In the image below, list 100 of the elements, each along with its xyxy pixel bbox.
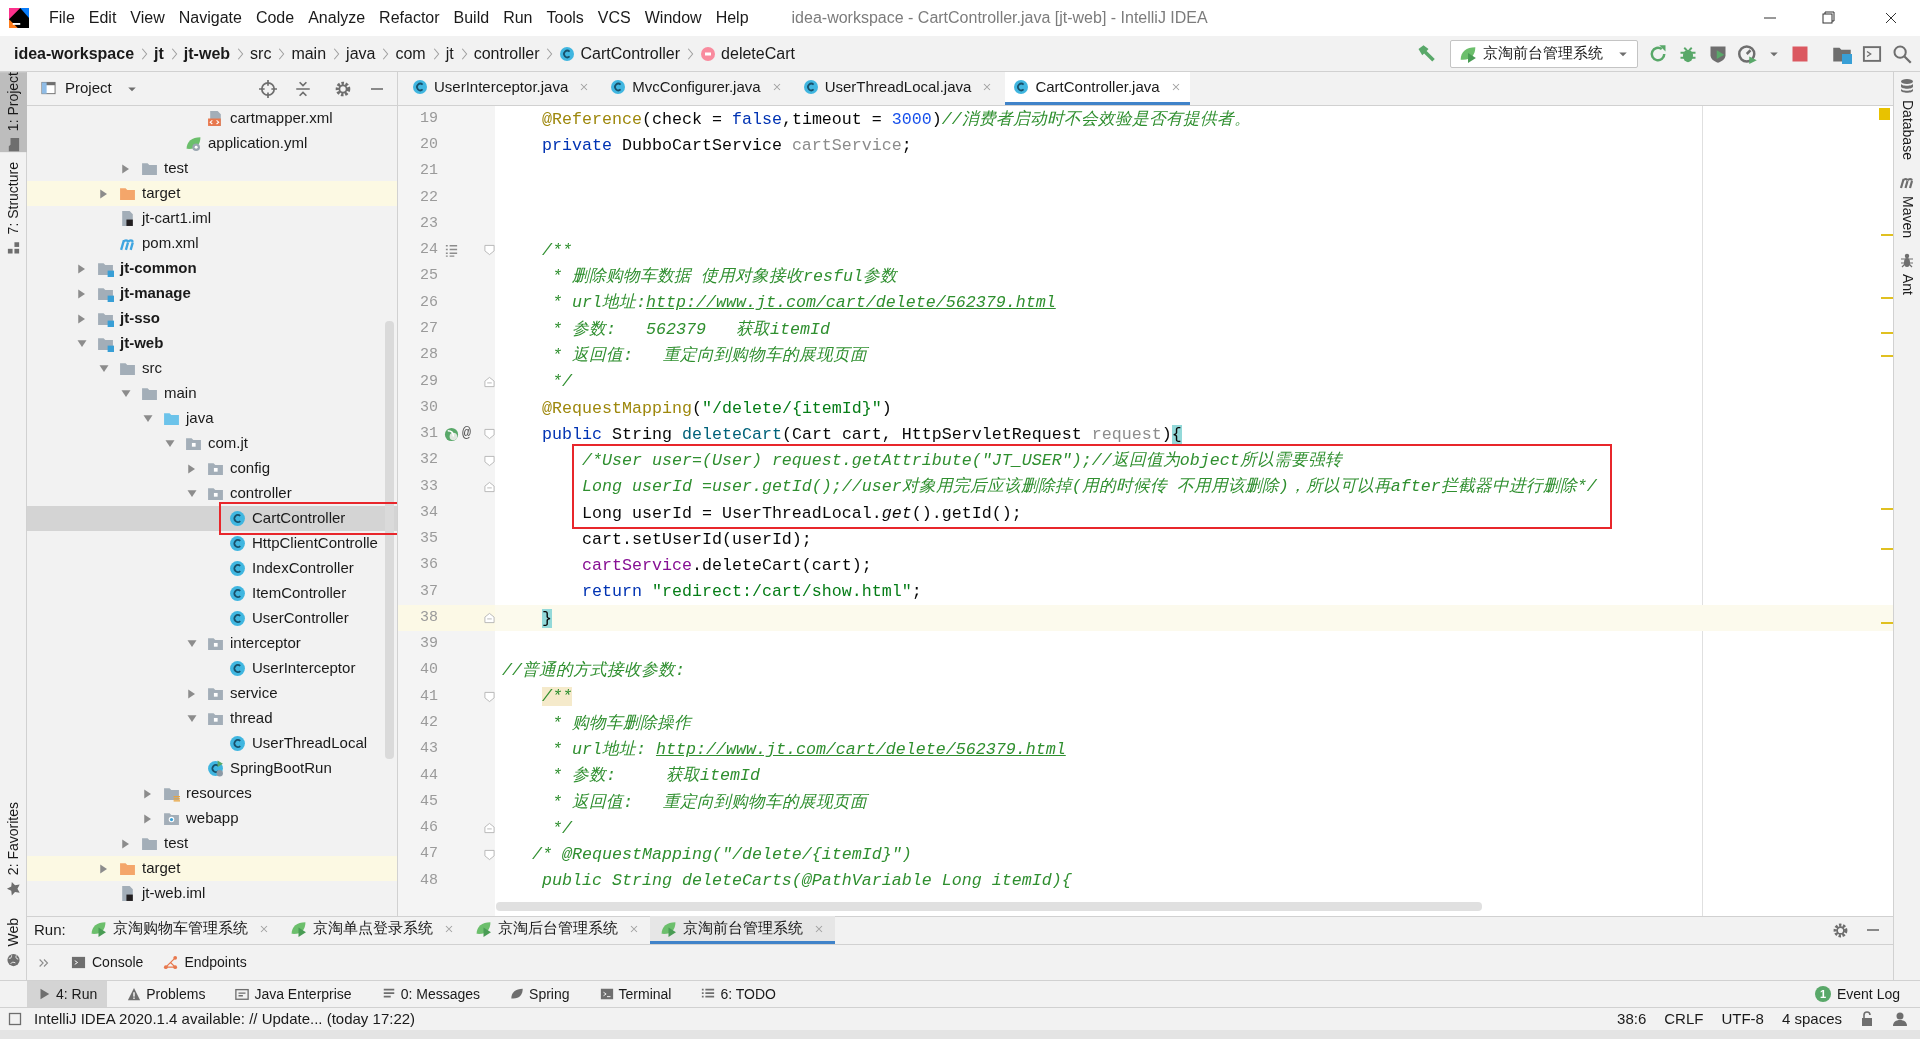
fold-marker-icon[interactable] — [484, 480, 495, 493]
search-icon[interactable] — [1892, 43, 1912, 64]
menu-item[interactable]: Build — [446, 1, 497, 35]
collapse-icon[interactable] — [294, 79, 312, 98]
tree-item[interactable]: jt-common — [27, 256, 397, 281]
menu-item[interactable]: Window — [637, 1, 709, 35]
run-subtab[interactable]: Console — [71, 952, 144, 973]
status-message[interactable]: IntelliJ IDEA 2020.1.4 available: // Update... (today 17:22) — [34, 1007, 416, 1031]
scrollbar[interactable] — [385, 321, 394, 759]
settings-icon[interactable] — [334, 79, 352, 98]
menu-item[interactable]: Run — [496, 1, 540, 35]
tree-item[interactable]: test — [27, 156, 397, 181]
fold-marker-icon[interactable] — [484, 848, 495, 861]
tool-window-button[interactable]: Ant — [1892, 251, 1920, 295]
tree-item[interactable]: pom.xml — [27, 231, 397, 256]
tool-window-button[interactable]: Java Enterprise — [225, 981, 362, 1007]
tree-item[interactable]: jt-sso — [27, 306, 397, 331]
tool-window-button[interactable]: 7: Structure — [0, 162, 27, 256]
tool-window-button[interactable]: Web — [0, 918, 27, 968]
breadcrumb-item[interactable]: main — [291, 41, 327, 66]
menu-item[interactable]: Help — [708, 1, 756, 35]
run-subtab[interactable]: Endpoints — [163, 952, 247, 973]
project-view-dropdown[interactable]: Project — [40, 77, 138, 100]
tool-window-button[interactable]: 0: Messages — [371, 981, 491, 1007]
rerun-icon[interactable] — [1648, 43, 1668, 64]
breadcrumb-item[interactable]: controller — [473, 41, 540, 66]
tree-item[interactable]: webapp — [27, 806, 397, 831]
tree-item[interactable]: UserInterceptor — [27, 656, 397, 681]
editor-tab[interactable]: UserInterceptor.java — [404, 72, 599, 105]
warning-marker[interactable] — [1881, 548, 1893, 550]
event-log-button[interactable]: 1 Event Log — [1814, 983, 1900, 1005]
lock-icon[interactable] — [1860, 1011, 1874, 1027]
code-link[interactable]: http://www.jt.com/cart/delete/562379.html — [655, 740, 1066, 759]
hammer-icon[interactable] — [1416, 43, 1436, 64]
editor-tab[interactable]: MvcConfigurer.java — [602, 72, 791, 105]
menu-item[interactable]: File — [42, 1, 82, 35]
editor-tab[interactable]: UserThreadLocal.java — [794, 72, 1002, 105]
editor-tab[interactable]: CartController.java — [1005, 72, 1190, 105]
tree-item[interactable]: target — [27, 856, 397, 881]
tool-window-button[interactable]: Problems — [117, 981, 216, 1007]
breadcrumb-item[interactable]: src — [250, 41, 272, 66]
menu-item[interactable]: Edit — [81, 1, 124, 35]
tool-window-button[interactable]: Spring — [500, 981, 580, 1007]
tree-item[interactable]: ItemController — [27, 581, 397, 606]
breadcrumb-item[interactable]: deleteCart — [700, 41, 795, 66]
tool-window-button[interactable]: Database — [1892, 78, 1920, 160]
tree-item[interactable]: UserController — [27, 606, 397, 631]
file-encoding[interactable]: UTF-8 — [1721, 1007, 1764, 1031]
tree-item[interactable]: controller — [27, 481, 397, 506]
warning-marker[interactable] — [1881, 622, 1893, 624]
gutter-marker[interactable]: @ — [462, 423, 471, 446]
tree-item[interactable]: jt-manage — [27, 281, 397, 306]
tree-item[interactable]: thread — [27, 706, 397, 731]
fold-marker-icon[interactable] — [484, 375, 495, 388]
menu-item[interactable]: Navigate — [171, 1, 249, 35]
tree-item[interactable]: service — [27, 681, 397, 706]
warning-marker[interactable] — [1881, 297, 1893, 299]
menu-item[interactable]: Code — [248, 1, 302, 35]
run-tab[interactable]: 京淘购物车管理系统 — [79, 916, 280, 944]
fold-marker-icon[interactable] — [484, 244, 495, 257]
fold-marker-icon[interactable] — [484, 612, 495, 625]
run-tab[interactable]: 京淘前台管理系统 — [649, 916, 835, 944]
menu-item[interactable]: Refactor — [372, 1, 447, 35]
tool-window-button[interactable]: 4: Run — [27, 981, 108, 1007]
tree-item[interactable]: cartmapper.xml — [27, 106, 397, 131]
caret-position[interactable]: 38:6 — [1617, 1007, 1647, 1031]
tree-item[interactable]: config — [27, 456, 397, 481]
breadcrumb-item[interactable]: jt — [445, 41, 454, 66]
menu-item[interactable]: Tools — [539, 1, 591, 35]
gauge-icon[interactable] — [1738, 43, 1758, 64]
menu-item[interactable]: VCS — [590, 1, 638, 35]
tree-item[interactable]: jt-web.iml — [27, 881, 397, 906]
menu-item[interactable]: View — [123, 1, 172, 35]
fold-marker-icon[interactable] — [484, 454, 495, 467]
settings-icon[interactable] — [1832, 921, 1849, 939]
menu-item[interactable]: Analyze — [301, 1, 373, 35]
square-icon[interactable] — [8, 1012, 22, 1026]
tree-item[interactable]: interceptor — [27, 631, 397, 656]
tree-item[interactable]: SpringBootRun — [27, 756, 397, 781]
tree-item[interactable]: jt-cart1.iml — [27, 206, 397, 231]
line-separator[interactable]: CRLF — [1664, 1007, 1704, 1031]
tree-item[interactable]: IndexController — [27, 556, 397, 581]
tool-window-button[interactable]: Terminal — [589, 981, 682, 1007]
crosshair-icon[interactable] — [259, 79, 277, 98]
warning-marker[interactable] — [1881, 234, 1893, 236]
indent-setting[interactable]: 4 spaces — [1781, 1007, 1842, 1031]
code-link[interactable]: http://www.jt.com/cart/delete/562379.html — [645, 293, 1056, 313]
warning-marker[interactable] — [1881, 355, 1893, 357]
tree-item[interactable]: resources — [27, 781, 397, 806]
run-configuration-dropdown[interactable]: 京淘前台管理系统 — [1450, 39, 1638, 68]
breadcrumb-item[interactable]: jt-web — [183, 41, 231, 66]
tree-item[interactable]: src — [27, 356, 397, 381]
fold-marker-icon[interactable] — [484, 690, 495, 703]
warning-marker[interactable] — [1881, 332, 1893, 334]
tool-window-button[interactable]: 1: Project — [0, 72, 27, 153]
tree-item[interactable]: test — [27, 831, 397, 856]
breadcrumb-item[interactable]: CartController — [559, 41, 681, 66]
tree-item[interactable]: UserThreadLocal — [27, 731, 397, 756]
tree-item[interactable]: application.yml — [27, 131, 397, 156]
tool-window-button[interactable]: 2: Favorites — [0, 802, 27, 897]
